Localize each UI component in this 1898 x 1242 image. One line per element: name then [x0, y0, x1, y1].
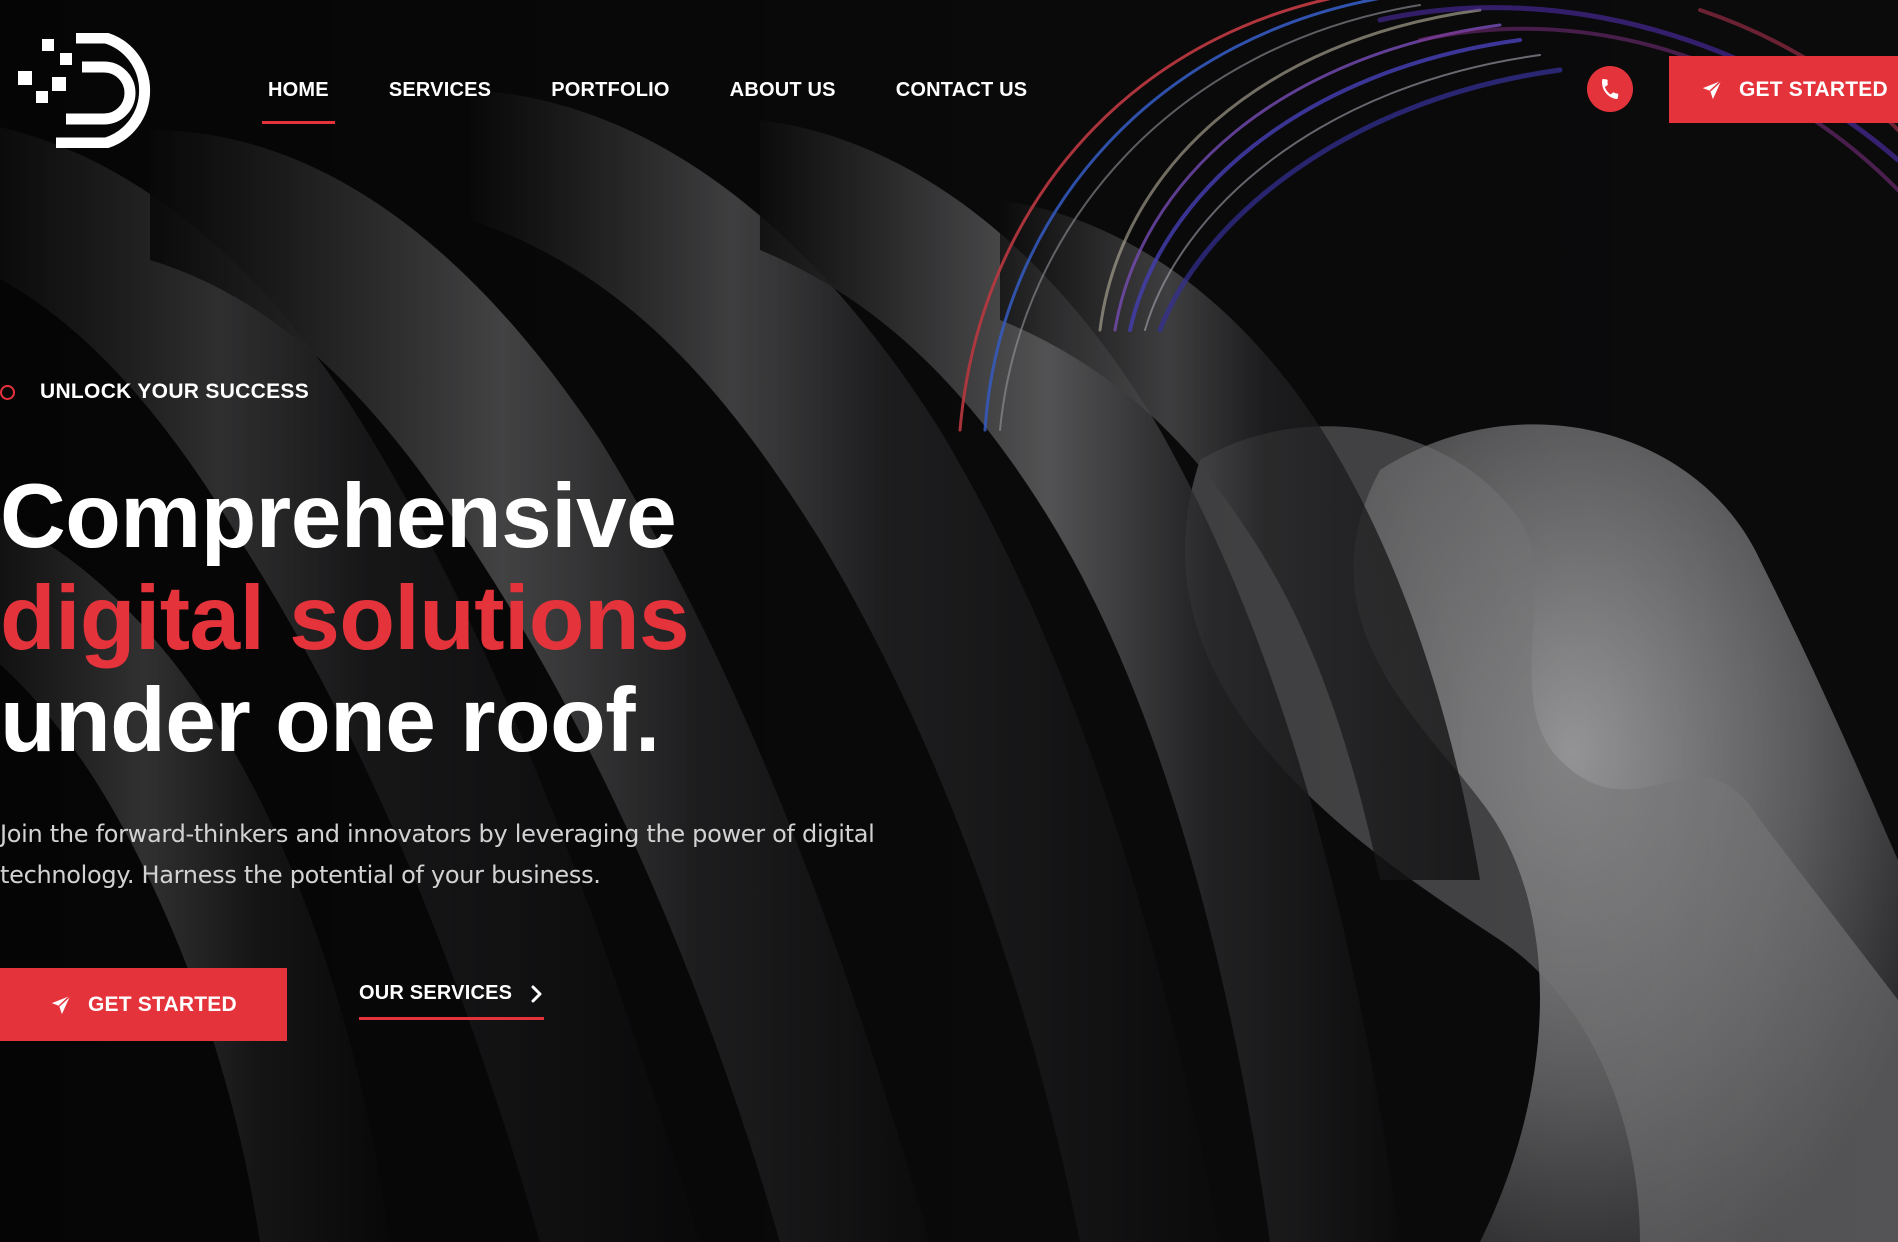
hero-subtext: Join the forward-thinkers and innovators… [0, 820, 875, 889]
phone-icon [1602, 78, 1619, 100]
our-services-label: OUR SERVICES [359, 982, 513, 1004]
nav-item-portfolio[interactable]: PORTFOLIO [551, 70, 669, 110]
hero-get-started-button[interactable]: GET STARTED [0, 968, 287, 1041]
nav-item-home[interactable]: HOME [262, 70, 335, 124]
headline-line-3: under one roof. [0, 670, 660, 771]
headline-line-1: Comprehensive [0, 466, 677, 567]
site-logo[interactable] [16, 32, 164, 149]
header-get-started-button[interactable]: GET STARTED [1669, 56, 1898, 123]
our-services-link[interactable]: OUR SERVICES [359, 982, 545, 1020]
paper-plane-icon [1702, 79, 1722, 99]
hero-cta-label: GET STARTED [88, 992, 237, 1016]
eyebrow-text: UNLOCK YOUR SUCCESS [40, 380, 310, 403]
nav-item-services[interactable]: SERVICES [389, 70, 491, 110]
phone-button[interactable] [1587, 66, 1633, 112]
logo-d-mark-icon [18, 32, 151, 149]
paper-plane-icon [51, 994, 71, 1014]
chevron-right-icon [531, 985, 542, 1002]
header-cta-label: GET STARTED [1739, 77, 1888, 101]
nav-item-about-us[interactable]: ABOUT US [730, 70, 836, 110]
nav-item-contact-us[interactable]: CONTACT US [896, 70, 1028, 110]
hero-headline: Comprehensive digital solutions under on… [0, 466, 690, 772]
headline-line-2-highlight: digital solutions [0, 568, 690, 669]
hero-eyebrow: UNLOCK YOUR SUCCESS [0, 380, 309, 404]
main-navigation: HOME SERVICES PORTFOLIO ABOUT US CONTACT… [262, 70, 1087, 124]
ring-icon [0, 384, 15, 400]
